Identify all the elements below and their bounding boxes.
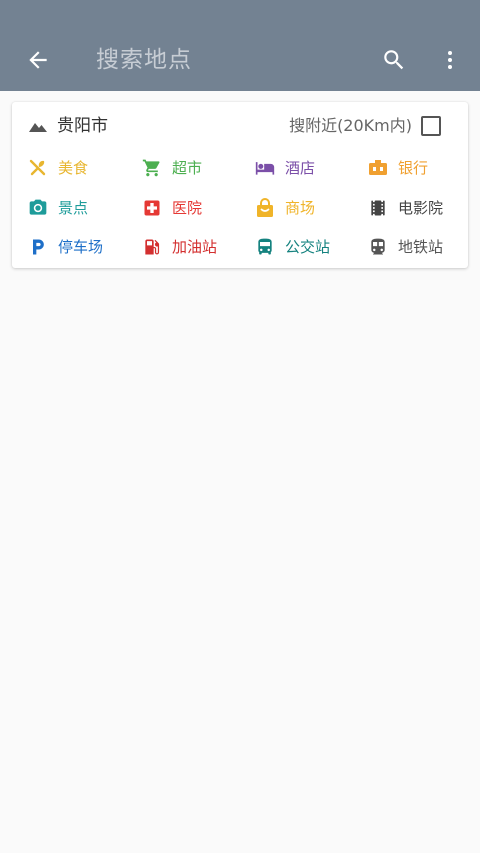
category-bus-stop[interactable]: 公交站: [255, 233, 330, 261]
category-label: 美食: [58, 159, 89, 177]
category-hotel[interactable]: 酒店: [255, 154, 315, 182]
film-icon: [371, 200, 385, 216]
shopping-cart-icon: [142, 159, 160, 177]
back-button[interactable]: [22, 44, 54, 76]
subway-icon: [371, 238, 385, 255]
category-cinema[interactable]: 电影院: [368, 194, 443, 222]
search-nearby-label[interactable]: 搜附近(20Km内): [289, 114, 412, 138]
search-nearby-checkbox[interactable]: [421, 116, 441, 136]
category-label: 地铁站: [398, 238, 444, 256]
category-label: 公交站: [285, 238, 331, 256]
bank-icon: [369, 160, 387, 175]
search-icon: [384, 50, 404, 70]
category-food[interactable]: 美食: [28, 154, 88, 182]
camera-icon: [29, 199, 47, 215]
search-button[interactable]: [378, 44, 410, 76]
category-label: 加油站: [172, 238, 218, 256]
category-supermarket[interactable]: 超市: [142, 154, 202, 182]
card-header: 贵阳市 搜附近(20Km内): [12, 102, 468, 150]
hotel-bed-icon: [255, 162, 275, 175]
category-label: 商场: [285, 199, 316, 217]
category-mall[interactable]: 商场: [255, 194, 315, 222]
mountain-icon: [29, 123, 47, 132]
category-label: 超市: [172, 159, 203, 177]
category-gas-station[interactable]: 加油站: [142, 233, 217, 261]
bus-icon: [258, 238, 272, 255]
category-label: 停车场: [58, 238, 104, 256]
category-label: 医院: [172, 199, 203, 217]
category-parking[interactable]: 停车场: [28, 233, 103, 261]
gas-station-icon: [145, 239, 160, 255]
app-bar: 搜索地点: [0, 0, 480, 91]
search-places-title[interactable]: 搜索地点: [96, 44, 192, 76]
medical-cross-icon: [144, 200, 160, 216]
category-bank[interactable]: 银行: [368, 154, 428, 182]
shopping-bag-icon: [257, 198, 273, 217]
arrow-left-icon: [29, 51, 47, 69]
category-label: 银行: [398, 159, 429, 177]
category-card: 贵阳市 搜附近(20Km内) 美食 超市 酒店 银行 景点 医院 商场 电影院 …: [12, 102, 468, 268]
city-name[interactable]: 贵阳市: [57, 114, 108, 138]
category-hospital[interactable]: 医院: [142, 194, 202, 222]
category-scenic-spot[interactable]: 景点: [28, 194, 88, 222]
fork-knife-icon: [29, 159, 46, 176]
category-subway[interactable]: 地铁站: [368, 233, 443, 261]
more-options-button[interactable]: [436, 44, 464, 76]
category-label: 酒店: [285, 159, 316, 177]
more-vert-icon: [448, 51, 452, 69]
parking-icon: [33, 239, 44, 255]
category-label: 景点: [58, 199, 89, 217]
category-label: 电影院: [398, 199, 444, 217]
